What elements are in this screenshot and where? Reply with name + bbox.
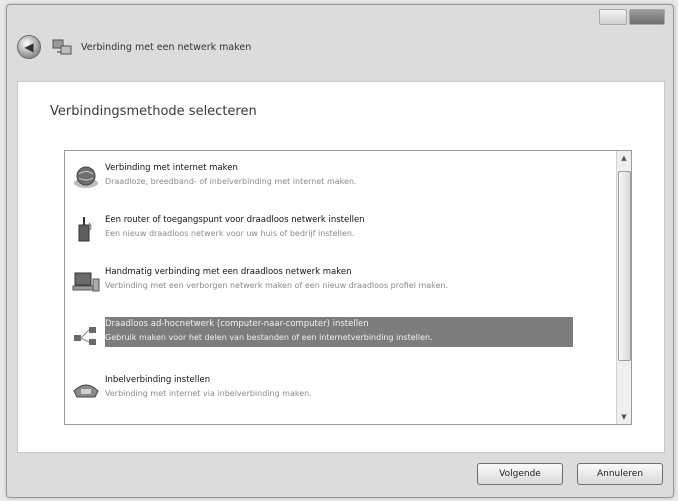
- globe-icon: [74, 166, 98, 188]
- option-manual-wireless[interactable]: Handmatig verbinding met een draadloos n…: [69, 261, 615, 301]
- option-dialup[interactable]: Inbelverbinding instellen Verbinding met…: [69, 369, 615, 409]
- back-arrow-icon: ◀: [24, 40, 34, 54]
- option-description: Draadloze, breedband- of inbelverbinding…: [105, 177, 357, 186]
- wireless-computer-icon: [72, 272, 100, 292]
- cancel-button[interactable]: Annuleren: [577, 463, 663, 485]
- minimize-button[interactable]: [599, 9, 627, 25]
- dialup-phone-icon: [73, 384, 99, 398]
- window-controls: [599, 9, 665, 25]
- page-heading: Verbindingsmethode selecteren: [50, 104, 257, 119]
- option-description: Een nieuw draadloos netwerk voor uw huis…: [105, 229, 355, 238]
- option-internet[interactable]: Verbinding met internet maken Draadloze,…: [69, 157, 615, 197]
- option-description: Verbinding met een verborgen netwerk mak…: [105, 281, 449, 290]
- router-icon: [78, 217, 92, 242]
- option-router[interactable]: Een router of toegangspunt voor draadloo…: [69, 209, 615, 249]
- back-button[interactable]: ◀: [17, 35, 41, 59]
- wizard-content: Verbindingsmethode selecteren Verbinding…: [17, 81, 665, 453]
- close-button[interactable]: [629, 9, 665, 25]
- network-icon: [52, 39, 72, 55]
- next-button[interactable]: Volgende: [477, 463, 563, 485]
- option-adhoc[interactable]: Draadloos ad-hocnetwerk (computer-naar-c…: [69, 315, 615, 355]
- scroll-down-icon[interactable]: ▼: [617, 410, 631, 424]
- connection-options-list[interactable]: Verbinding met internet maken Draadloze,…: [64, 150, 632, 425]
- list-scrollbar[interactable]: ▲ ▼: [616, 151, 631, 424]
- option-title: Verbinding met internet maken: [105, 163, 238, 173]
- option-description: Gebruik maken voor het delen van bestand…: [105, 333, 433, 342]
- scroll-up-icon[interactable]: ▲: [617, 151, 631, 165]
- option-title: Handmatig verbinding met een draadloos n…: [105, 267, 352, 277]
- window-title: Verbinding met een netwerk maken: [81, 41, 252, 53]
- scroll-thumb[interactable]: [618, 171, 631, 361]
- option-description: Verbinding met internet via inbelverbind…: [105, 389, 312, 398]
- wizard-titlebar: ◀ Verbinding met een netwerk maken: [7, 27, 673, 67]
- dialog-window: ◀ Verbinding met een netwerk maken Verbi…: [6, 4, 674, 498]
- option-title: Inbelverbinding instellen: [105, 375, 211, 385]
- option-title: Draadloos ad-hocnetwerk (computer-naar-c…: [105, 319, 369, 329]
- option-title: Een router of toegangspunt voor draadloo…: [105, 215, 365, 225]
- adhoc-network-icon: [74, 327, 96, 345]
